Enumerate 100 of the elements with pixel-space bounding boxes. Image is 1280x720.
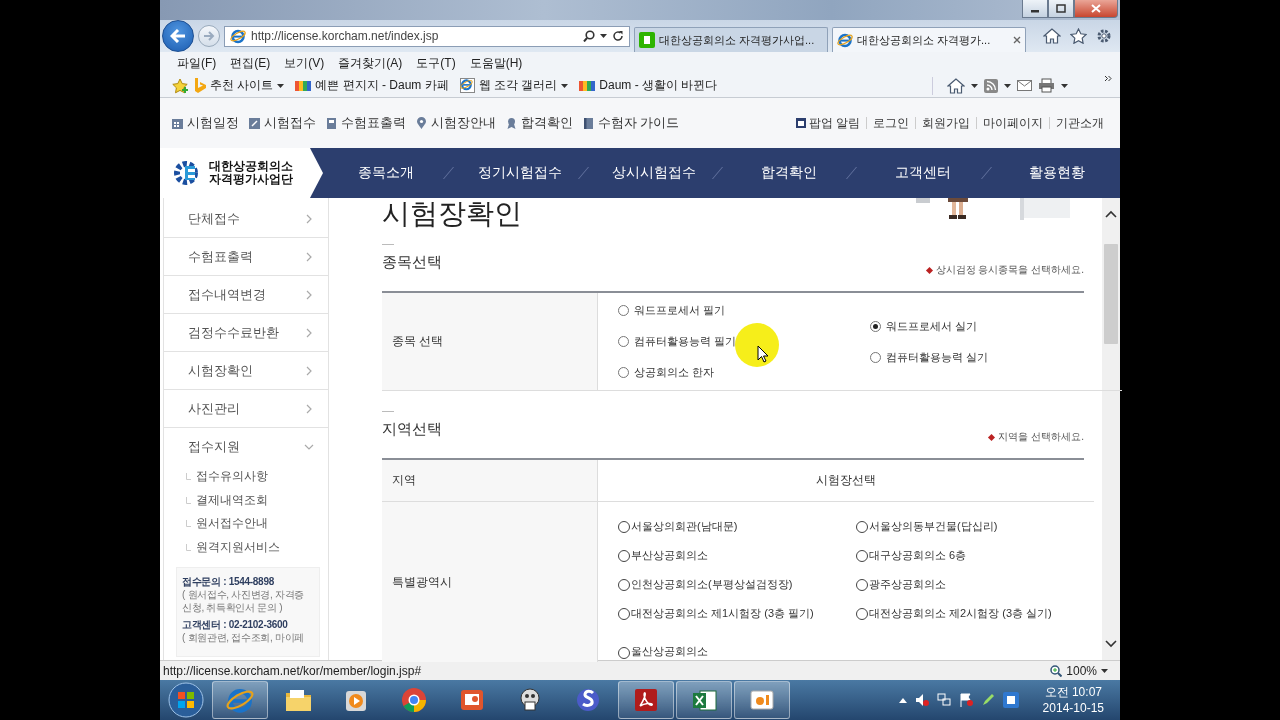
browser-tab[interactable]: 대한상공회의소 자격평가사업... [634,27,828,52]
account-link[interactable]: 팝업 알림 [789,117,866,129]
scrollbar-thumb[interactable] [1104,244,1118,344]
nav-item[interactable]: 고객센터 [860,164,986,182]
radio-button[interactable] [618,336,629,347]
sidebar-item[interactable]: 접수내역변경 [164,276,328,314]
show-hidden-icon[interactable] [898,697,907,703]
radio-button[interactable] [618,549,630,562]
home-icon[interactable] [1043,28,1061,44]
favorite-link[interactable]: 추천 사이트 [194,77,285,94]
radio-button[interactable] [856,549,868,562]
nav-item[interactable]: 활용현황 [994,164,1120,182]
account-link[interactable]: 회원가입 [915,117,976,129]
nav-item[interactable]: 종목소개 [323,164,449,182]
menu-item[interactable]: 보기(V) [277,54,332,72]
start-icon[interactable] [168,682,204,718]
pen-icon[interactable] [980,693,995,707]
settings-icon[interactable] [1096,28,1112,44]
refresh-icon[interactable] [612,30,624,42]
quick-link[interactable]: 수험자 가이드 [582,114,680,132]
scroll-down-icon[interactable] [1105,640,1117,648]
cursor-highlight [735,323,779,367]
caret-icon[interactable] [1004,83,1011,88]
back-arrow-icon [170,29,186,43]
taskbar-app[interactable] [734,681,790,719]
star-icon[interactable] [1070,28,1087,44]
radio-button[interactable] [618,305,629,316]
account-link[interactable]: 로그인 [866,117,915,129]
menu-item[interactable]: 파일(F) [170,54,224,72]
maximize-button[interactable] [1048,0,1074,18]
menu-item[interactable]: 도구(T) [409,54,463,72]
logo-panel[interactable]: 대한상공회의소 자격평가사업단 [160,148,323,198]
branch-icon [186,473,191,481]
search-icon[interactable] [583,30,595,42]
quick-link[interactable]: 시험접수 [248,114,316,132]
radio-button[interactable] [618,367,629,378]
sidebar-item[interactable]: 사진관리 [164,390,328,428]
radio-button[interactable] [856,607,868,620]
sidebar-item[interactable]: 접수지원 [164,428,328,465]
page-title: 시험장확인 [382,198,522,231]
caret-icon[interactable] [561,83,569,88]
flag-icon[interactable] [958,693,973,707]
sidebar-item[interactable]: 수험표출력 [164,238,328,276]
menu-item[interactable]: 도움말(H) [462,54,530,72]
quick-link[interactable]: 합격확인 [505,114,573,132]
nav-item[interactable]: 상시시험접수 [591,164,717,182]
taskbar-app[interactable] [676,681,732,719]
home-icon[interactable] [947,77,965,94]
radio-button[interactable] [856,578,868,591]
caret-icon[interactable] [277,83,285,88]
caret-icon[interactable] [971,83,978,88]
account-link[interactable]: 마이페이지 [976,117,1049,129]
caret-icon[interactable] [1061,83,1068,88]
scrollbar[interactable] [1102,198,1120,660]
caret-icon[interactable] [600,34,607,38]
favorite-link[interactable]: Daum - 생활이 바뀐다 [579,77,718,94]
add-favorite-icon[interactable] [172,77,189,94]
radio-button[interactable] [618,647,630,659]
sidebar-subitem[interactable]: 원서접수안내 [164,512,328,536]
mail-icon[interactable] [1017,80,1032,91]
close-icon[interactable] [1013,36,1021,44]
close-button[interactable] [1074,0,1118,18]
menu-item[interactable]: 즐겨찾기(A) [331,54,410,72]
radio-button[interactable] [870,320,881,332]
feed-icon[interactable] [984,78,998,93]
clock[interactable]: 오전 10:07 2014-10-15 [1034,684,1112,716]
account-link[interactable]: 기관소개 [1049,117,1110,129]
radio-button[interactable] [618,520,630,533]
radio-button[interactable] [618,578,630,591]
back-button[interactable] [162,20,194,52]
quick-link[interactable]: 시험장안내 [415,114,496,132]
nav-item[interactable]: 합격확인 [726,164,852,182]
option-label: 상공회의소 한자 [634,365,715,380]
favorite-link[interactable]: 예쁜 편지지 - Daum 카페 [295,77,449,94]
menu-item[interactable]: 편집(E) [223,54,278,72]
sidebar-item[interactable]: 단체접수 [164,200,328,238]
quick-link[interactable]: 시험일정 [171,114,239,132]
taskbar-app[interactable] [618,681,674,719]
browser-tab[interactable]: 대한상공회의소 자격평가... [832,27,1026,52]
favorite-link[interactable]: 웹 조각 갤러리 [459,77,569,94]
muted-speaker-icon[interactable] [914,693,929,707]
sidebar-subitem[interactable]: 결제내역조회 [164,488,328,512]
sidebar-subitem[interactable]: 접수유의사항 [164,465,328,489]
zoom-control[interactable]: 100% [1050,663,1108,678]
radio-button[interactable] [618,607,630,620]
print-icon[interactable] [1038,78,1055,93]
nav-item[interactable]: 정기시험접수 [457,164,583,182]
address-field[interactable]: http://license.korcham.net/index.jsp [224,25,630,47]
sidebar-item[interactable]: 시험장확인 [164,352,328,390]
radio-button[interactable] [870,351,881,363]
app-tray-icon[interactable] [1002,692,1019,708]
option-label: 워드프로세서 필기 [634,303,726,318]
radio-button[interactable] [856,520,868,533]
quick-link[interactable]: 수험표출력 [325,114,406,132]
scroll-up-icon[interactable] [1105,210,1117,218]
sidebar-item[interactable]: 검정수수료반환 [164,314,328,352]
minimize-button[interactable] [1022,0,1048,18]
network-icon[interactable] [936,693,951,707]
more-icon[interactable] [1104,75,1112,82]
sidebar-subitem[interactable]: 원격지원서비스 [164,535,328,559]
